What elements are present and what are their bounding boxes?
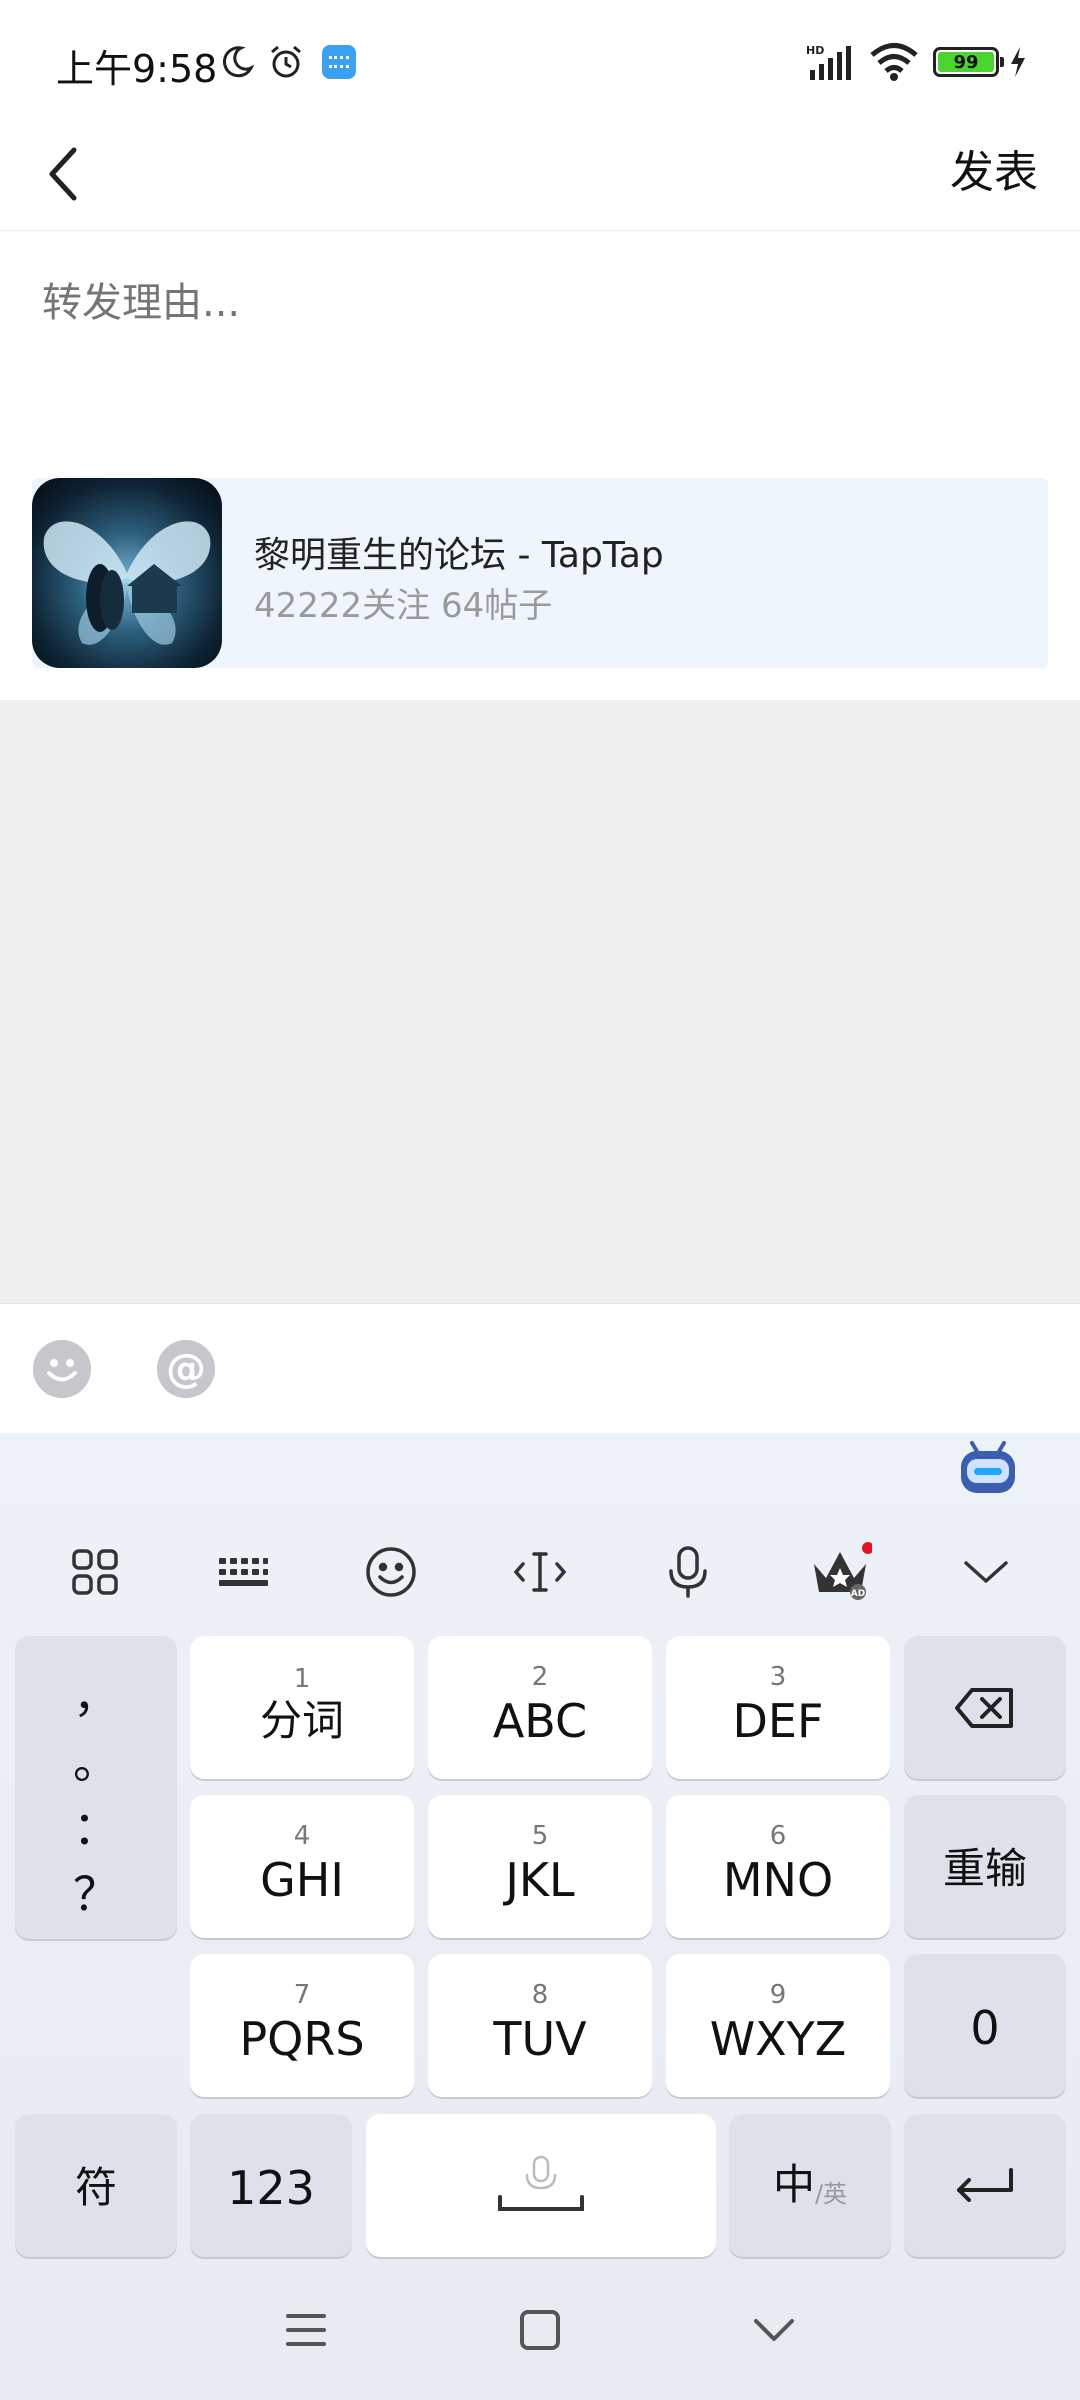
symbol-key[interactable]: 符 [15, 2114, 177, 2257]
key-9[interactable]: 9 WXYZ [666, 1954, 890, 2097]
status-bar: 上午9:58 HD 99 [0, 0, 1080, 118]
top-bar: 发表 [0, 118, 1080, 231]
punct-question[interactable]: ？ [73, 1858, 119, 1924]
keyboard-assistant-icon[interactable] [958, 1439, 1018, 1497]
enter-key[interactable] [904, 2114, 1066, 2257]
back-arrow-icon [49, 147, 77, 201]
backspace-key[interactable] [904, 1636, 1066, 1779]
system-nav-bar [0, 2260, 1080, 2400]
menu-nav-button[interactable] [266, 2290, 346, 2370]
kb-emoji-icon[interactable] [356, 1537, 426, 1607]
notification-dot [862, 1542, 872, 1554]
battery-icon: 99 [930, 40, 1004, 84]
key-6[interactable]: 6 MNO [666, 1795, 890, 1938]
home-nav-button[interactable] [500, 2290, 580, 2370]
charging-icon [1006, 40, 1030, 84]
keyboard-app-icon [320, 40, 358, 84]
svg-text:AD: AD [851, 1589, 865, 1599]
kb-crown-icon[interactable]: AD [800, 1537, 880, 1607]
at-sign-icon: @ [157, 1340, 215, 1398]
key-1[interactable]: 1 分词 [190, 1636, 414, 1779]
forum-stats: 42222关注 64帖子 [254, 586, 553, 626]
kb-layout-icon[interactable] [208, 1537, 278, 1607]
forum-title: 黎明重生的论坛 - TapTap [254, 535, 664, 576]
kb-voice-icon[interactable] [653, 1537, 723, 1607]
forum-thumbnail [32, 478, 222, 668]
svg-text:@: @ [166, 1346, 206, 1392]
keyboard-toolbar: AD [0, 1513, 1080, 1623]
key-7[interactable]: 7 PQRS [190, 1954, 414, 2097]
compose-toolbar: @ [0, 1303, 1080, 1433]
content-background [0, 700, 1080, 1303]
punct-period[interactable]: 。 [73, 1726, 119, 1792]
status-time: 上午9:58 [56, 47, 218, 91]
signal-icon: HD [806, 40, 858, 84]
square-icon [520, 2310, 560, 2350]
hamburger-icon [286, 2314, 326, 2346]
space-key[interactable] [366, 2114, 716, 2257]
publish-button[interactable]: 发表 [950, 136, 1038, 200]
key-2[interactable]: 2 ABC [428, 1636, 652, 1779]
key-4[interactable]: 4 GHI [190, 1795, 414, 1938]
kb-menu-grid-icon[interactable] [60, 1537, 130, 1607]
alarm-icon [264, 40, 308, 84]
language-switch-key[interactable]: 中 /英 [729, 2114, 891, 2257]
ime-keyboard: AD ， 。 ： ？ 1 分词 2 ABC 3 DEF 4 GHI 5 JKL … [0, 1433, 1080, 2260]
back-button[interactable] [22, 132, 102, 216]
zero-key[interactable]: 0 [904, 1954, 1066, 2097]
reenter-key[interactable]: 重输 [904, 1795, 1066, 1938]
chevron-down-icon [754, 2319, 794, 2341]
punct-colon[interactable]: ： [73, 1792, 119, 1858]
battery-level: 99 [938, 52, 994, 73]
wifi-icon [868, 40, 920, 84]
numbers-key[interactable]: 123 [190, 2114, 352, 2257]
moon-icon [215, 40, 259, 84]
forum-share-card[interactable]: 黎明重生的论坛 - TapTap 42222关注 64帖子 [32, 478, 1048, 668]
smile-icon [33, 1340, 91, 1398]
mention-button[interactable]: @ [157, 1340, 215, 1398]
punctuation-column[interactable]: ， 。 ： ？ [15, 1636, 177, 1939]
back-nav-button[interactable] [734, 2290, 814, 2370]
enter-icon [957, 2167, 1013, 2202]
key-3[interactable]: 3 DEF [666, 1636, 890, 1779]
punct-comma[interactable]: ， [73, 1660, 119, 1726]
kb-collapse-icon[interactable] [951, 1537, 1021, 1607]
key-5[interactable]: 5 JKL [428, 1795, 652, 1938]
space-mic-icon [498, 2155, 584, 2211]
backspace-icon [955, 1687, 1013, 1728]
repost-reason-input[interactable] [42, 268, 1042, 338]
svg-text:HD: HD [806, 44, 824, 57]
key-8[interactable]: 8 TUV [428, 1954, 652, 2097]
emoji-button[interactable] [33, 1340, 91, 1398]
kb-cursor-icon[interactable] [505, 1537, 575, 1607]
